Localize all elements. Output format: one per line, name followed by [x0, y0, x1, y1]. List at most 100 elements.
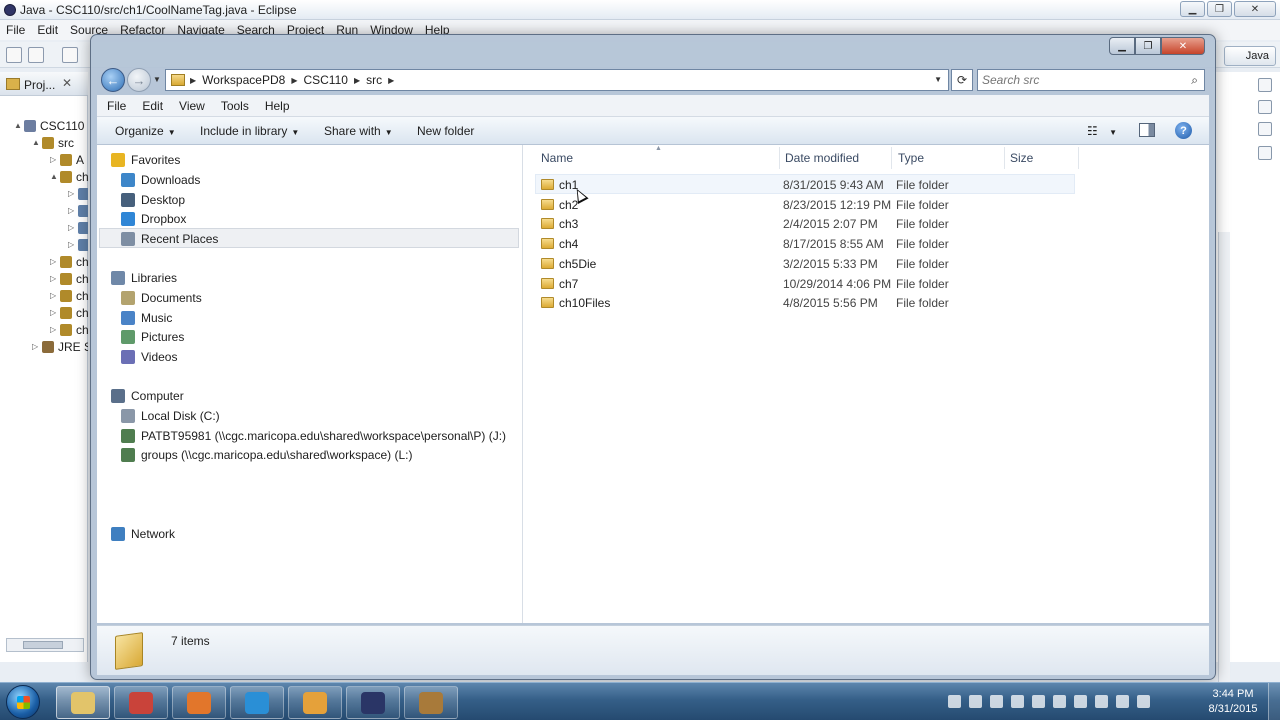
eclipse-maximize-button[interactable]: ❐	[1207, 1, 1232, 17]
volume-icon[interactable]	[1053, 695, 1066, 708]
column-divider[interactable]	[1078, 147, 1079, 169]
file-row[interactable]: ch3 2/4/2015 2:07 PM File folder	[535, 214, 1075, 234]
action-center-icon[interactable]	[1095, 695, 1108, 708]
column-header-date-modified[interactable]: Date modified	[785, 151, 859, 165]
tree-item[interactable]: ▷ ch	[0, 322, 88, 339]
tray-icon[interactable]	[1032, 695, 1045, 708]
nav-item-videos[interactable]: Videos	[121, 348, 177, 366]
menu-file[interactable]: File	[107, 99, 126, 113]
eclipse-minimize-button[interactable]: ▁	[1180, 1, 1205, 17]
new-folder-button[interactable]: New folder	[417, 124, 474, 138]
outline-icon[interactable]	[1258, 100, 1272, 114]
back-button[interactable]: ←	[101, 68, 125, 92]
tree-item[interactable]: ▷ ch	[0, 305, 88, 322]
breadcrumb-item[interactable]: CSC110	[303, 73, 347, 87]
collapse-icon[interactable]: ▲	[14, 121, 22, 130]
nav-item-recent-places[interactable]: Recent Places	[121, 230, 218, 248]
file-row[interactable]: ch4 8/17/2015 8:55 AM File folder	[535, 234, 1075, 254]
tree-item[interactable]: ▷ ch	[0, 271, 88, 288]
tree-item[interactable]: ▷ ch	[0, 254, 88, 271]
nav-group-favorites[interactable]: Favorites	[111, 151, 180, 169]
address-dropdown-icon[interactable]: ▼	[934, 75, 942, 84]
file-row[interactable]: ch10Files 4/8/2015 5:56 PM File folder	[535, 293, 1075, 313]
column-divider[interactable]	[779, 147, 780, 169]
network-icon[interactable]	[1116, 695, 1129, 708]
taskbar-coolit-button[interactable]	[114, 686, 168, 719]
minimize-view-icon[interactable]	[1258, 78, 1272, 92]
help-icon[interactable]: ?	[1175, 122, 1192, 139]
expand-icon[interactable]: ▷	[50, 257, 58, 266]
tree-item[interactable]: ▲ CSC110	[0, 118, 88, 135]
expand-icon[interactable]: ▷	[68, 240, 76, 249]
show-desktop-button[interactable]	[1268, 683, 1280, 720]
tree-item[interactable]: ▷ ch	[0, 288, 88, 305]
tray-icon[interactable]	[990, 695, 1003, 708]
forward-button[interactable]: →	[127, 68, 151, 92]
taskbar-media-player-button[interactable]	[288, 686, 342, 719]
file-row[interactable]: ch1 8/31/2015 9:43 AM File folder	[535, 175, 1075, 195]
explorer-minimize-button[interactable]: ▁	[1109, 37, 1135, 55]
tray-icon[interactable]	[1137, 695, 1150, 708]
eclipse-menu-file[interactable]: File	[6, 23, 25, 37]
nav-item-groups-cgc-maricopa-edu-[interactable]: groups (\\cgc.maricopa.edu\shared\worksp…	[121, 446, 412, 464]
column-divider[interactable]	[891, 147, 892, 169]
eclipse-close-button[interactable]: ✕	[1234, 1, 1276, 17]
include-in-library-button[interactable]: Include in library ▼	[200, 124, 299, 138]
taskbar-java-tool-button[interactable]	[404, 686, 458, 719]
refresh-button[interactable]: ⟳	[951, 69, 973, 91]
change-view-button[interactable]: ☷ ▼	[1087, 124, 1117, 138]
taskbar-explorer-button[interactable]	[56, 686, 110, 719]
explorer-close-button[interactable]: ✕	[1161, 37, 1205, 55]
save-icon[interactable]	[28, 47, 44, 63]
tree-item[interactable]: ▷ A	[0, 152, 88, 169]
preview-pane-icon[interactable]	[1139, 123, 1155, 137]
file-row[interactable]: ch7 10/29/2014 4:06 PM File folder	[535, 274, 1075, 294]
organize-button[interactable]: Organize ▼	[115, 124, 176, 138]
chevron-right-icon[interactable]: ▶	[388, 76, 394, 85]
menu-help[interactable]: Help	[265, 99, 290, 113]
nav-item-music[interactable]: Music	[121, 309, 172, 327]
vertical-scrollbar[interactable]	[1218, 232, 1230, 702]
search-input[interactable]	[982, 72, 1178, 88]
nav-item-downloads[interactable]: Downloads	[121, 171, 200, 189]
nav-item-pictures[interactable]: Pictures	[121, 328, 184, 346]
chevron-right-icon[interactable]: ▶	[291, 76, 297, 85]
tray-icon[interactable]	[1011, 695, 1024, 708]
console-icon[interactable]	[1258, 146, 1272, 160]
chevron-right-icon[interactable]: ▶	[354, 76, 360, 85]
collapse-icon[interactable]: ▲	[32, 138, 40, 147]
breadcrumb-item[interactable]: src	[366, 73, 382, 87]
task-list-icon[interactable]	[1258, 122, 1272, 136]
tree-item[interactable]: ▷	[0, 203, 88, 220]
scrollbar-thumb[interactable]	[23, 641, 63, 649]
expand-icon[interactable]: ▷	[50, 291, 58, 300]
expand-icon[interactable]: ▷	[50, 325, 58, 334]
tree-item[interactable]: ▷ JRE S	[0, 339, 88, 356]
nav-group-computer[interactable]: Computer	[111, 387, 184, 405]
expand-icon[interactable]: ▷	[68, 206, 76, 215]
nav-item-patbt95981-cgc-maricopa-[interactable]: PATBT95981 (\\cgc.maricopa.edu\shared\wo…	[121, 427, 506, 445]
menu-tools[interactable]: Tools	[221, 99, 249, 113]
recent-pages-dropdown-icon[interactable]: ▼	[153, 75, 161, 84]
tray-icon[interactable]	[948, 695, 961, 708]
expand-icon[interactable]: ▷	[50, 308, 58, 317]
tree-item[interactable]: ▷	[0, 186, 88, 203]
expand-icon[interactable]: ▷	[68, 189, 76, 198]
expand-icon[interactable]: ▷	[68, 223, 76, 232]
chevron-right-icon[interactable]: ▶	[190, 76, 196, 85]
nav-group-network[interactable]: Network	[111, 525, 175, 543]
nav-group-libraries[interactable]: Libraries	[111, 269, 177, 287]
expand-icon[interactable]: ▷	[50, 274, 58, 283]
bluetooth-icon[interactable]	[1074, 695, 1087, 708]
menu-view[interactable]: View	[179, 99, 205, 113]
start-button[interactable]	[6, 685, 40, 719]
search-box[interactable]: ⌕	[977, 69, 1205, 91]
share-with-button[interactable]: Share with ▼	[324, 124, 393, 138]
tree-item[interactable]: ▷	[0, 237, 88, 254]
breadcrumb-item[interactable]: WorkspacePD8	[202, 73, 285, 87]
nav-item-dropbox[interactable]: Dropbox	[121, 210, 186, 228]
file-row[interactable]: ch2 8/23/2015 12:19 PM File folder	[535, 195, 1075, 215]
file-row[interactable]: ch5Die 3/2/2015 5:33 PM File folder	[535, 254, 1075, 274]
search-icon[interactable]: ⌕	[1191, 73, 1198, 88]
new-icon[interactable]	[6, 47, 22, 63]
